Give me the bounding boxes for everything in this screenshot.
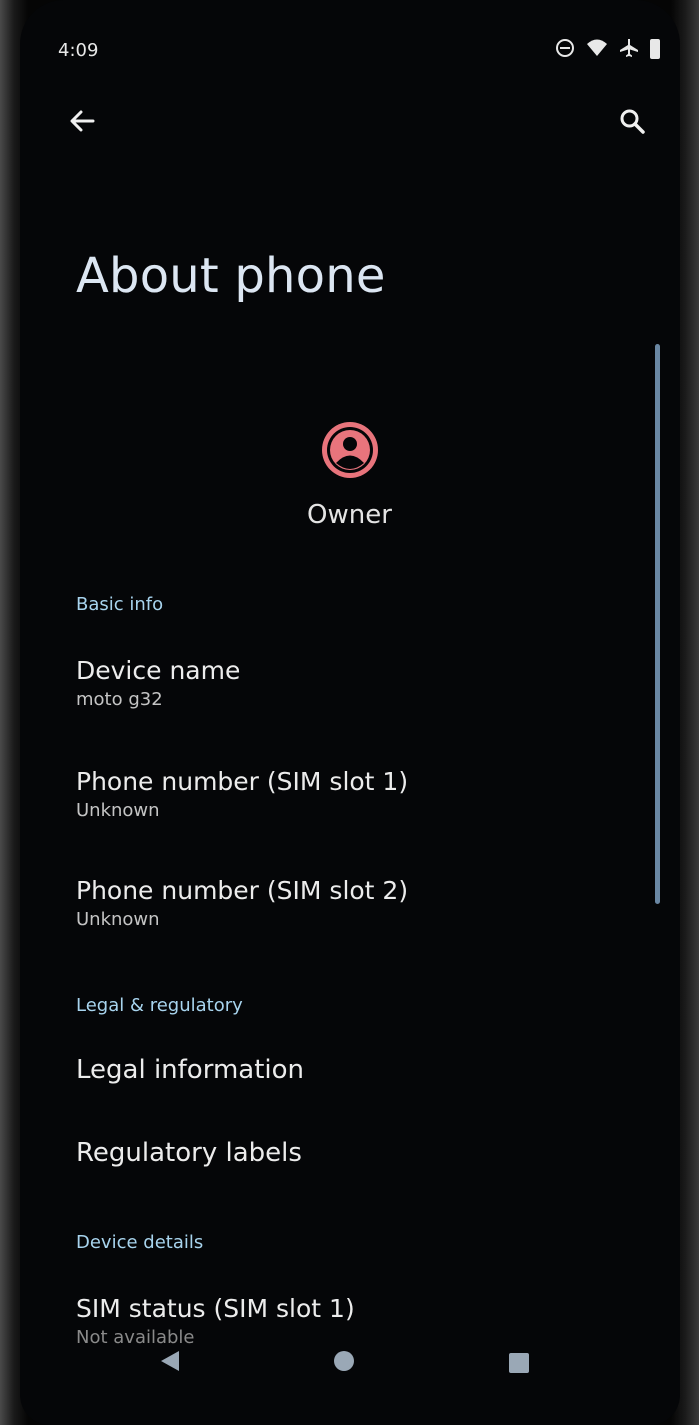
status-time: 4:09: [58, 40, 99, 61]
nav-recents-square-icon: [509, 1353, 529, 1373]
back-arrow-icon: [70, 110, 95, 132]
battery-icon: [650, 39, 660, 59]
owner-avatar[interactable]: [320, 420, 380, 480]
search-icon: [620, 109, 645, 134]
airplane-icon: [618, 38, 640, 60]
legal-information-item[interactable]: Legal information: [76, 1055, 304, 1085]
phone-number-sim2-title: Phone number (SIM slot 2): [76, 876, 409, 905]
nav-recents-button[interactable]: [492, 1338, 546, 1388]
owner-label: Owner: [307, 500, 392, 530]
scrollbar[interactable]: [655, 344, 660, 904]
do-not-disturb-icon: [554, 38, 576, 60]
section-header-device-details: Device details: [76, 1232, 204, 1253]
phone-number-sim2-value: Unknown: [76, 909, 160, 930]
sim-status-title: SIM status (SIM slot 1): [76, 1294, 355, 1323]
phone-number-sim2-item[interactable]: Phone number (SIM slot 2) Unknown: [68, 872, 416, 934]
nav-home-circle-icon: [334, 1351, 354, 1371]
nav-home-button[interactable]: [325, 1342, 363, 1380]
device-name-item[interactable]: Device name moto g32: [68, 652, 248, 714]
navigation-bar: [0, 1330, 699, 1390]
section-header-legal: Legal & regulatory: [76, 995, 243, 1016]
status-bar: 4:09: [58, 38, 668, 64]
nav-back-button[interactable]: [152, 1338, 188, 1384]
phone-number-sim1-value: Unknown: [76, 800, 160, 821]
account-circle-icon: [322, 422, 378, 478]
back-button[interactable]: [58, 94, 106, 148]
device-name-title: Device name: [76, 656, 241, 685]
page-title: About phone: [76, 248, 386, 304]
status-icons: [554, 38, 660, 60]
device-name-value: moto g32: [76, 689, 163, 710]
wifi-icon: [586, 38, 608, 60]
phone-number-sim1-item[interactable]: Phone number (SIM slot 1) Unknown: [68, 763, 416, 825]
section-header-basic-info: Basic info: [76, 594, 164, 615]
nav-back-triangle-icon: [161, 1351, 179, 1371]
phone-frame: 4:09 About phone Owner Basic info Device…: [0, 0, 699, 1425]
regulatory-labels-item[interactable]: Regulatory labels: [76, 1138, 302, 1168]
phone-number-sim1-title: Phone number (SIM slot 1): [76, 767, 409, 796]
search-button[interactable]: [608, 94, 656, 148]
